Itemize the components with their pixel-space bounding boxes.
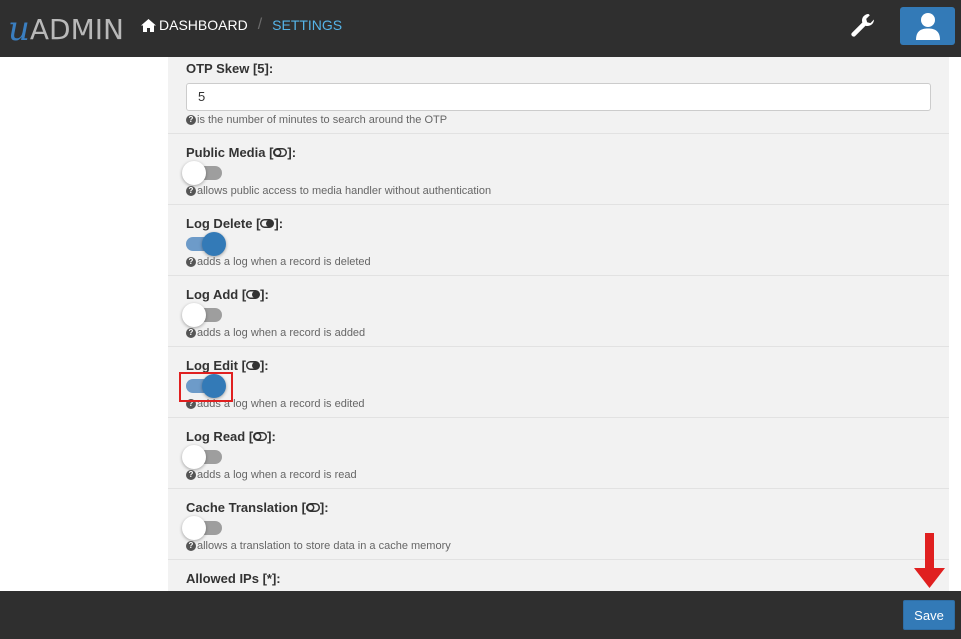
setting-label: Log Edit []: [186,358,269,373]
bottom-bar [0,591,961,639]
top-navbar: u ADMIN DASHBOARD / SETTINGS [0,0,961,57]
annotation-arrow-down-icon [914,533,945,588]
toggle-on-icon [260,219,275,228]
setting-label: Allowed IPs [*]: [186,571,281,586]
question-circle-icon: ? [186,257,196,267]
setting-label: Log Add []: [186,287,269,302]
setting-row-log-add: Log Add []: ? adds a log when a record is… [168,276,949,347]
setting-label: Log Read []: [186,429,276,444]
setting-label: OTP Skew [5]: [186,61,274,76]
setting-label: Log Delete []: [186,216,284,231]
setting-row-log-edit: Log Edit []: ? adds a log when a record i… [168,347,949,418]
question-circle-icon: ? [186,115,196,125]
wrench-icon[interactable] [849,12,877,40]
setting-help: ? allows a translation to store data in a… [186,540,451,552]
log-add-toggle[interactable] [182,303,222,327]
breadcrumb-dashboard-label: DASHBOARD [159,17,248,33]
breadcrumb-dashboard-link[interactable]: DASHBOARD [141,17,248,33]
user-menu-button[interactable] [900,7,955,45]
question-circle-icon: ? [186,470,196,480]
setting-help: ? allows public access to media handler w… [186,185,491,197]
setting-row-otp-skew: OTP Skew [5]: 5 ? is the number of minute… [168,57,949,134]
toggle-off-icon [273,148,288,157]
cache-translation-toggle[interactable] [182,516,222,540]
log-edit-toggle[interactable] [186,374,226,398]
breadcrumb-current: SETTINGS [272,17,343,33]
brand-name: ADMIN [29,13,124,46]
setting-help: ? adds a log when a record is edited [186,398,365,410]
brand-logo[interactable]: u ADMIN [8,8,124,46]
question-circle-icon: ? [186,399,196,409]
setting-help: ? is the number of minutes to search arou… [186,114,447,126]
toggle-off-icon [305,503,320,512]
question-circle-icon: ? [186,328,196,338]
breadcrumb-separator: / [257,16,263,33]
setting-help: ? adds a log when a record is added [186,327,365,339]
setting-row-log-read: Log Read []: ? adds a log when a record i… [168,418,949,489]
setting-row-cache-translation: Cache Translation []: ? allows a translat… [168,489,949,560]
otp-skew-input[interactable]: 5 [186,83,931,111]
user-icon [915,13,940,40]
setting-label: Public Media []: [186,145,297,160]
breadcrumb: DASHBOARD / SETTINGS [141,16,342,34]
setting-row-log-delete: Log Delete []: ? adds a log when a record… [168,205,949,276]
toggle-on-icon [245,361,260,370]
save-button[interactable]: Save [903,600,955,630]
brand-prefix: u [8,9,30,49]
setting-row-public-media: Public Media []: ? allows public access t… [168,134,949,205]
setting-help: ? adds a log when a record is deleted [186,256,371,268]
question-circle-icon: ? [186,186,196,196]
question-circle-icon: ? [186,541,196,551]
public-media-toggle[interactable] [182,161,222,185]
setting-row-allowed-ips: Allowed IPs [*]: [168,560,949,591]
toggle-on-icon [246,290,261,299]
setting-label: Cache Translation []: [186,500,329,515]
home-icon [141,18,156,32]
settings-panel: OTP Skew [5]: 5 ? is the number of minute… [168,57,949,591]
toggle-off-icon [253,432,268,441]
log-delete-toggle[interactable] [186,232,226,256]
log-read-toggle[interactable] [182,445,222,469]
setting-help: ? adds a log when a record is read [186,469,357,481]
